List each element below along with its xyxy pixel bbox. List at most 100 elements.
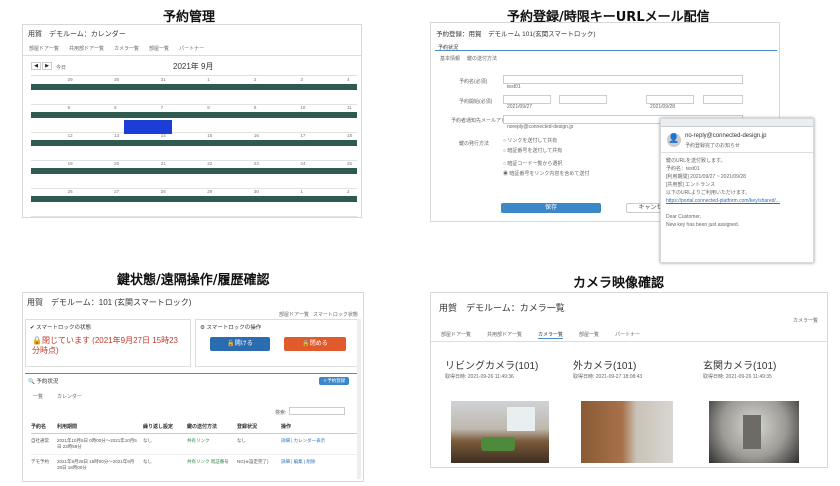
tab-delivery[interactable]: 鍵の送付方法	[467, 55, 497, 62]
next-month-button[interactable]: ▶	[42, 62, 52, 70]
calendar-day[interactable]: 27	[114, 189, 119, 194]
end-date-input[interactable]: 2021/09/28	[646, 95, 694, 110]
living-camera-image[interactable]	[451, 401, 549, 463]
calendar-day[interactable]: 6	[114, 105, 117, 110]
calendar-day[interactable]: 23	[254, 161, 259, 166]
nav-item[interactable]: パートナー	[179, 45, 204, 52]
mail-key-link[interactable]: https://portal.connected-platform.com/ke…	[666, 197, 780, 205]
calendar-day[interactable]: 12	[68, 133, 73, 138]
month-label: 2021年 9月	[173, 62, 214, 71]
prev-month-button[interactable]: ◀	[31, 62, 41, 70]
card-title: ✔ スマートロックの状態	[30, 325, 91, 331]
calendar-day[interactable]: 1	[207, 77, 210, 82]
calendar-day[interactable]: 20	[114, 161, 119, 166]
camera-time: 取得日時: 2021-09-26 11:49:35	[703, 374, 772, 380]
row-actions[interactable]: 詳細 | 編集 | 削除	[281, 459, 341, 471]
calendar-day[interactable]: 29	[68, 77, 73, 82]
calendar-screenshot: 用賀 デモルーム：カレンダー 部屋ドア一覧 共用部ドア一覧 カメラ一覧 部屋一覧…	[22, 24, 362, 218]
nav-item[interactable]: 共用部ドア一覧	[69, 45, 104, 52]
app-title: 用賀 デモルーム：101 (玄関スマートロック)	[27, 298, 192, 307]
reservation-bar[interactable]	[31, 140, 357, 146]
start-date-input[interactable]: 2021/09/27	[503, 95, 551, 110]
calendar-day[interactable]: 2	[254, 77, 257, 82]
outdoor-camera-image[interactable]	[581, 401, 673, 463]
nav-item[interactable]: 部屋ドア一覧	[441, 331, 471, 339]
end-time-input[interactable]	[703, 95, 743, 104]
radio-option[interactable]: ○ 暗証コード一覧から選択	[503, 160, 589, 167]
mail-body: 鍵のURLを送付致します。 予約名：test01 [利用期間] 2021/09/…	[666, 158, 780, 228]
calendar-day[interactable]: 5	[68, 105, 71, 110]
radio-option[interactable]: ○ 暗証番号を送付して共有	[503, 147, 589, 154]
add-reservation-button[interactable]: ＋予約登録	[319, 377, 349, 385]
calendar-day[interactable]: 22	[207, 161, 212, 166]
nav-item[interactable]: カメラ一覧	[114, 45, 139, 52]
app-title: 予約登録：用賀 デモルーム 101(玄関スマートロック)	[436, 31, 596, 38]
calendar-day[interactable]: 13	[114, 133, 119, 138]
calendar-day[interactable]: 31	[161, 77, 166, 82]
today-button[interactable]: 今日	[56, 64, 66, 71]
calendar-day[interactable]: 3	[300, 77, 303, 82]
table-header: 予約名 利用期間 繰り返し設定 鍵の送付方法 登録状況 操作	[31, 423, 357, 434]
calendar-day[interactable]: 17	[300, 133, 305, 138]
nav-item[interactable]: 部屋一覧	[149, 45, 169, 52]
calendar-day[interactable]: 21	[161, 161, 166, 166]
lock-control-card: ⚙ スマートロックの操作 🔓開ける 🔒閉める	[195, 319, 359, 367]
top-link[interactable]: カメラ一覧	[793, 317, 818, 324]
radio-option[interactable]: ◉ 暗証番号をリンク内容を含めて送付	[503, 170, 589, 177]
calendar-day[interactable]: 29	[207, 189, 212, 194]
calendar-day[interactable]: 9	[254, 105, 257, 110]
scrollbar[interactable]	[357, 319, 361, 479]
tab-basic[interactable]: 基本情報	[440, 55, 460, 62]
top-link[interactable]: 部屋ドア一覧	[279, 311, 309, 318]
calendar-day[interactable]: 30	[254, 189, 259, 194]
calendar-day[interactable]: 30	[114, 77, 119, 82]
heading-camera: カメラ映像確認	[573, 276, 665, 291]
camera-time: 取得日時: 2021-09-26 11:49:36	[445, 374, 514, 380]
unlock-button[interactable]: 🔓開ける	[210, 337, 270, 351]
calendar-day[interactable]: 11	[347, 105, 352, 110]
nav-item[interactable]: パートナー	[615, 331, 640, 339]
reservation-bar[interactable]	[31, 112, 357, 118]
start-time-input[interactable]	[559, 95, 607, 104]
row-actions[interactable]: 詳細 | カレンダー表示	[281, 438, 341, 450]
nav-item[interactable]: 部屋一覧	[579, 331, 599, 339]
radio-option[interactable]: ○ リンクを送付して共有	[503, 137, 589, 144]
calendar-day[interactable]: 8	[207, 105, 210, 110]
tab-list[interactable]: 一覧	[33, 393, 43, 400]
reservation-name-input[interactable]: test01	[503, 75, 743, 90]
reservation-bar[interactable]	[31, 168, 357, 174]
calendar-day[interactable]: 2	[347, 189, 350, 194]
calendar-day[interactable]: 19	[68, 161, 73, 166]
avatar: 👤	[667, 133, 681, 147]
top-link[interactable]: スマートロック状態	[313, 311, 358, 318]
calendar-day[interactable]: 15	[207, 133, 212, 138]
mail-from: no-reply@connected-design.jp	[685, 133, 767, 139]
calendar-day[interactable]: 7	[161, 105, 164, 110]
calendar-day[interactable]: 1	[300, 189, 303, 194]
calendar-day[interactable]: 10	[300, 105, 305, 110]
calendar-day[interactable]: 26	[68, 189, 73, 194]
camera-name: リビングカメラ(101)	[445, 361, 539, 372]
save-button[interactable]: 保存	[501, 203, 601, 213]
nav-item[interactable]: 共用部ドア一覧	[487, 331, 522, 339]
calendar-day[interactable]: 18	[347, 133, 352, 138]
lock-button[interactable]: 🔒閉める	[284, 337, 346, 351]
entrance-camera-image[interactable]	[709, 401, 799, 463]
calendar-day[interactable]: 4	[347, 77, 350, 82]
field-label: 予約名(必須)	[459, 79, 488, 85]
field-label: 予約開始(必須)	[459, 99, 493, 105]
email-popup: 👤 no-reply@connected-design.jp 予約登録完了のお知…	[660, 118, 814, 263]
search-input[interactable]	[289, 407, 345, 415]
nav-item[interactable]: 部屋ドア一覧	[29, 45, 59, 52]
calendar-day[interactable]: 25	[347, 161, 352, 166]
selected-reservation-block[interactable]	[124, 120, 172, 134]
reservation-bar[interactable]	[31, 84, 357, 90]
calendar-day[interactable]: 16	[254, 133, 259, 138]
nav-bar: 部屋ドア一覧 共用部ドア一覧 カメラ一覧 部屋一覧 パートナー	[29, 45, 204, 52]
nav-item-active[interactable]: カメラ一覧	[538, 331, 564, 339]
calendar-day[interactable]: 28	[161, 189, 166, 194]
tab-calendar[interactable]: カレンダー	[57, 393, 82, 400]
reservation-bar[interactable]	[31, 196, 357, 202]
nav-bar: 部屋ドア一覧 共用部ドア一覧 カメラ一覧 部屋一覧 パートナー	[441, 331, 640, 339]
calendar-day[interactable]: 24	[300, 161, 305, 166]
